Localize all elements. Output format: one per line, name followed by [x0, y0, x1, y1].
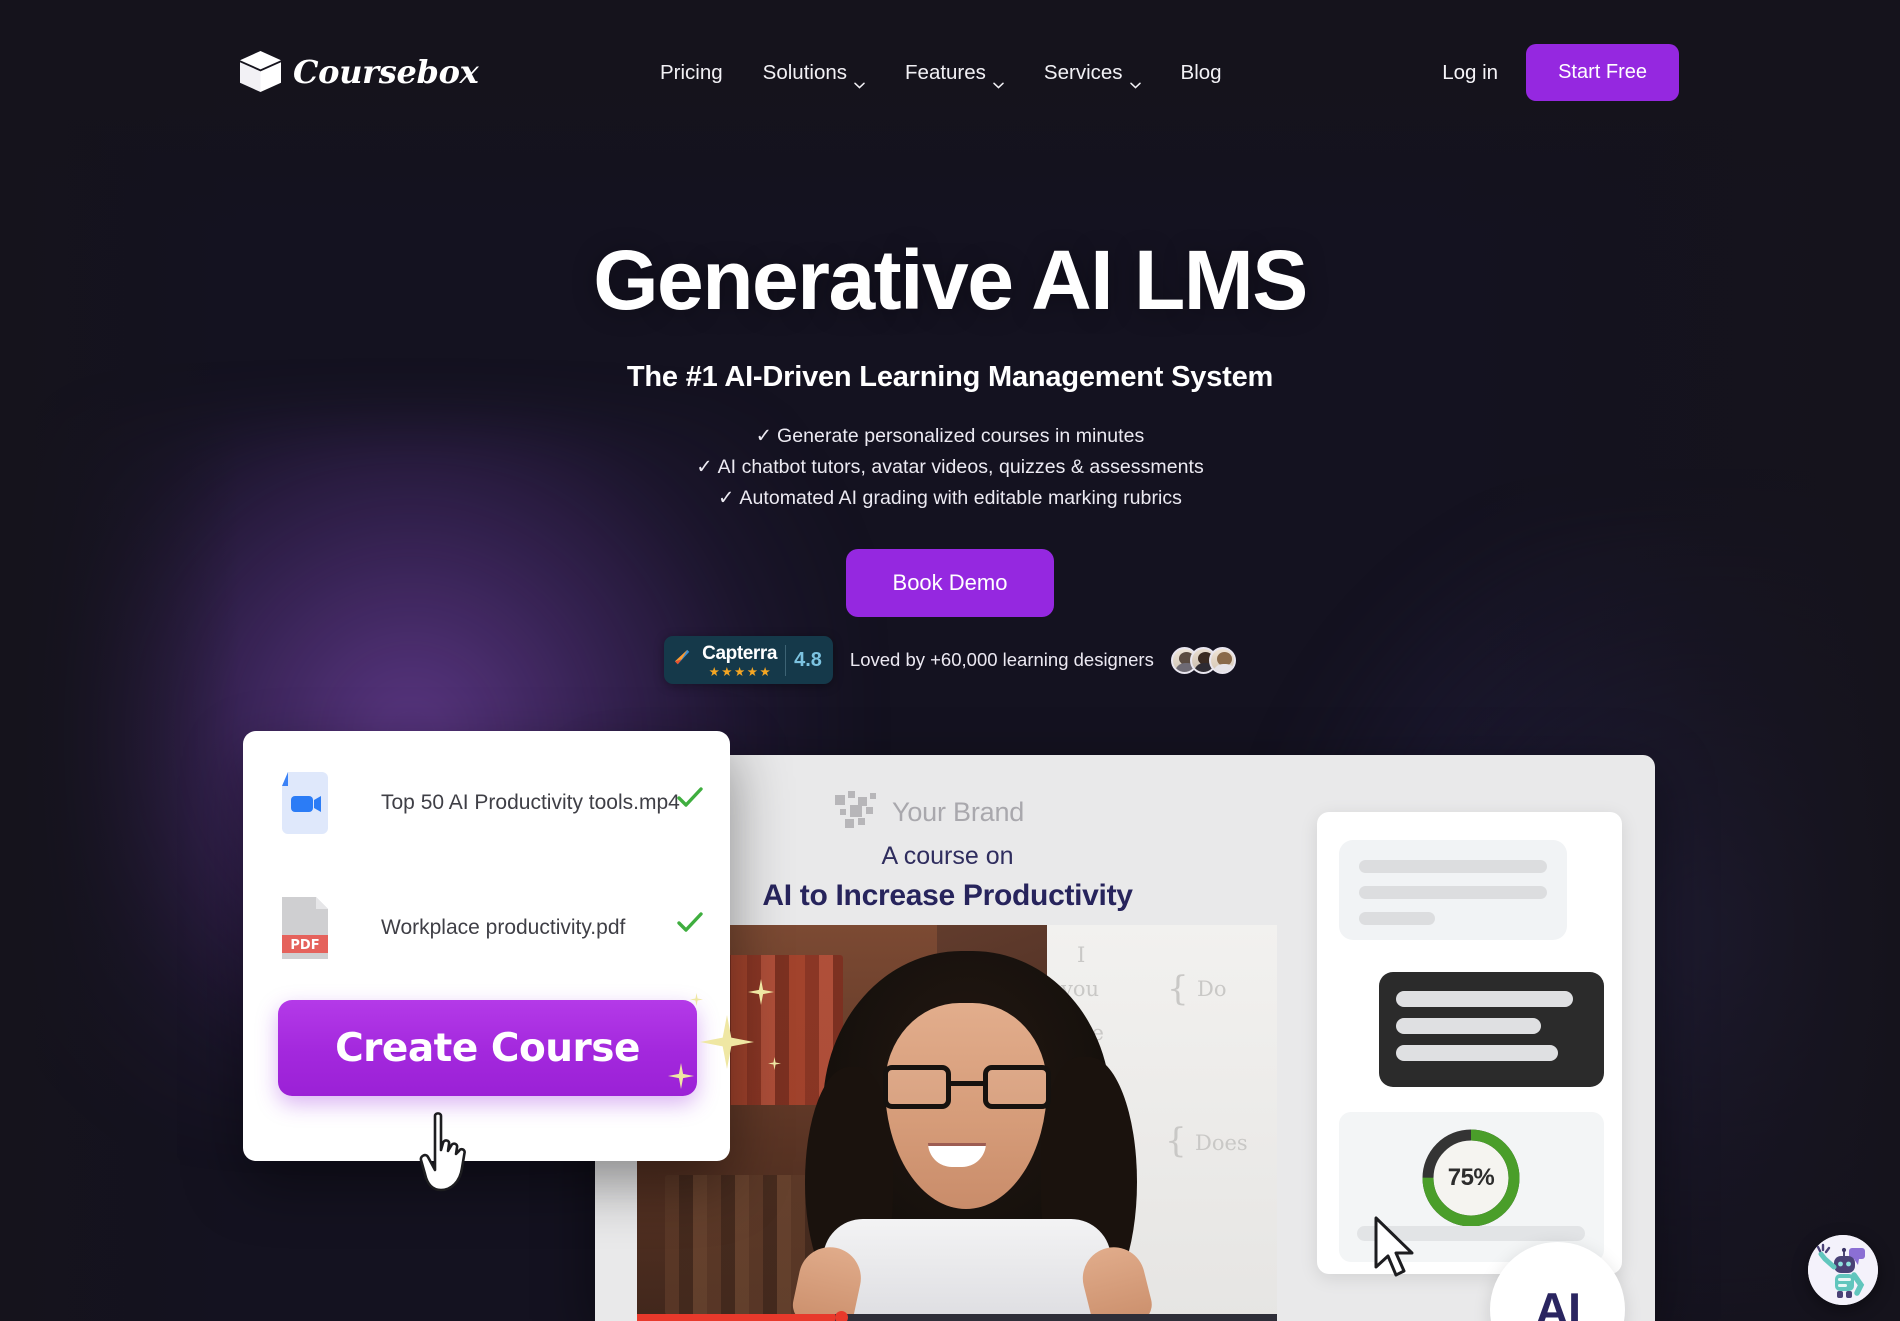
capterra-name: Capterra — [702, 643, 778, 664]
instructor-photo — [787, 947, 1156, 1321]
glasses-icon — [883, 1065, 1051, 1109]
nav-item-pricing[interactable]: Pricing — [640, 57, 743, 89]
ai-badge-label: AI — [1535, 1283, 1581, 1321]
logo-text: Coursebox — [293, 52, 479, 91]
star-icon: ★ — [759, 665, 771, 679]
video-progress-knob[interactable] — [835, 1311, 849, 1321]
video-progress-track[interactable] — [637, 1311, 1277, 1321]
hero-subtitle: The #1 AI-Driven Learning Management Sys… — [626, 361, 1274, 393]
book-demo-button[interactable]: Book Demo — [845, 549, 1055, 617]
cube-icon — [237, 48, 284, 95]
star-icon: ★ — [708, 665, 720, 679]
video-progress-fill — [637, 1314, 836, 1321]
nav-label: Features — [905, 61, 986, 84]
robot-chat-icon — [1808, 1235, 1878, 1305]
hero-bullet-text: Generate personalized courses in minutes — [777, 425, 1145, 447]
check-mark-icon: ✓ — [718, 487, 735, 509]
nav-label: Blog — [1180, 61, 1222, 84]
page-root: Coursebox Pricing Solutions Features Ser… — [0, 0, 1900, 1321]
shirt — [823, 1219, 1111, 1321]
course-preview-panel: Your Brand A course on AI to Increase Pr… — [595, 755, 1655, 1321]
capterra-brand: Capterra ★ ★ ★ ★ ★ — [702, 643, 777, 678]
progress-value: 75% — [1447, 1164, 1495, 1191]
star-icon: ★ — [734, 665, 746, 679]
chevron-down-icon — [854, 71, 865, 89]
star-icon: ★ — [746, 665, 758, 679]
capterra-badge[interactable]: Capterra ★ ★ ★ ★ ★ 4.8 — [664, 636, 833, 684]
hero-bullet-text: AI chatbot tutors, avatar videos, quizze… — [717, 456, 1204, 478]
avatar-group — [1170, 646, 1236, 674]
nav-item-solutions[interactable]: Solutions — [743, 57, 885, 89]
squares-pattern-icon — [835, 791, 881, 833]
hero-cta-wrap: Book Demo — [0, 549, 1900, 617]
nav-label: Solutions — [762, 61, 848, 84]
divider — [785, 645, 787, 676]
capterra-rocket-icon — [673, 648, 694, 674]
capterra-score: 4.8 — [794, 649, 822, 671]
hero-bullet: ✓ AI chatbot tutors, avatar videos, quizz… — [0, 452, 1900, 483]
brand-row: Your Brand — [835, 791, 1024, 833]
nav-item-blog[interactable]: Blog — [1161, 57, 1242, 89]
page-title: Generative AI LMS — [593, 233, 1308, 327]
star-icon: ★ — [721, 665, 733, 679]
chat-bubble-outgoing — [1379, 972, 1604, 1087]
header-actions: Log in Start Free — [1442, 44, 1679, 101]
brand-name: Your Brand — [892, 796, 1025, 827]
hero-bullet-text: Automated AI grading with editable marki… — [739, 487, 1182, 509]
progress-ring: 75% — [1418, 1125, 1524, 1231]
check-icon — [676, 786, 704, 815]
list-item[interactable]: PDF Workplace productivity.pdf — [276, 897, 703, 959]
avatar — [1208, 646, 1236, 674]
nav-item-services[interactable]: Services — [1024, 57, 1161, 89]
video-file-icon — [276, 772, 334, 834]
course-video-thumbnail[interactable]: I you are hey { Do { Does — [637, 925, 1277, 1321]
capterra-name-row: Capterra — [702, 643, 777, 665]
hand-pointer-cursor — [418, 1110, 476, 1194]
site-header: Coursebox Pricing Solutions Features Ser… — [0, 0, 1900, 126]
capterra-stars: ★ ★ ★ ★ ★ — [708, 665, 771, 679]
pdf-file-icon: PDF — [276, 897, 334, 959]
arrow-cursor — [1370, 1215, 1420, 1281]
list-item[interactable]: Top 50 AI Productivity tools.mp4 — [276, 772, 703, 834]
chat-bubble-incoming — [1339, 840, 1567, 940]
create-course-button[interactable]: Create Course — [278, 1000, 697, 1096]
svg-text:PDF: PDF — [290, 938, 319, 953]
start-free-button[interactable]: Start Free — [1526, 44, 1679, 101]
hero-bullet-list: ✓ Generate personalized courses in minute… — [0, 421, 1900, 514]
file-upload-card: Top 50 AI Productivity tools.mp4 PDF Wor… — [243, 731, 730, 1161]
chevron-down-icon — [993, 71, 1004, 89]
hero-bullet: ✓ Generate personalized courses in minute… — [0, 421, 1900, 452]
social-proof: Capterra ★ ★ ★ ★ ★ 4.8 Loved by +60,000 … — [0, 636, 1900, 684]
check-icon — [676, 911, 704, 940]
hero-bullet: ✓ Automated AI grading with editable mark… — [0, 483, 1900, 514]
chat-widget-button[interactable] — [1808, 1235, 1878, 1305]
file-name: Workplace productivity.pdf — [381, 916, 626, 939]
nav-item-features[interactable]: Features — [885, 57, 1024, 89]
main-navigation: Pricing Solutions Features Services Blog — [640, 57, 1242, 89]
loved-by-text: Loved by +60,000 learning designers — [849, 649, 1154, 670]
chevron-down-icon — [1129, 71, 1141, 89]
file-name: Top 50 AI Productivity tools.mp4 — [381, 791, 680, 814]
login-link[interactable]: Log in — [1442, 61, 1498, 85]
logo[interactable]: Coursebox — [237, 48, 479, 95]
nav-label: Services — [1043, 61, 1123, 84]
nav-label: Pricing — [660, 61, 723, 84]
check-mark-icon: ✓ — [696, 456, 713, 478]
ai-chat-card: 75% — [1317, 812, 1622, 1274]
check-mark-icon: ✓ — [755, 425, 773, 447]
